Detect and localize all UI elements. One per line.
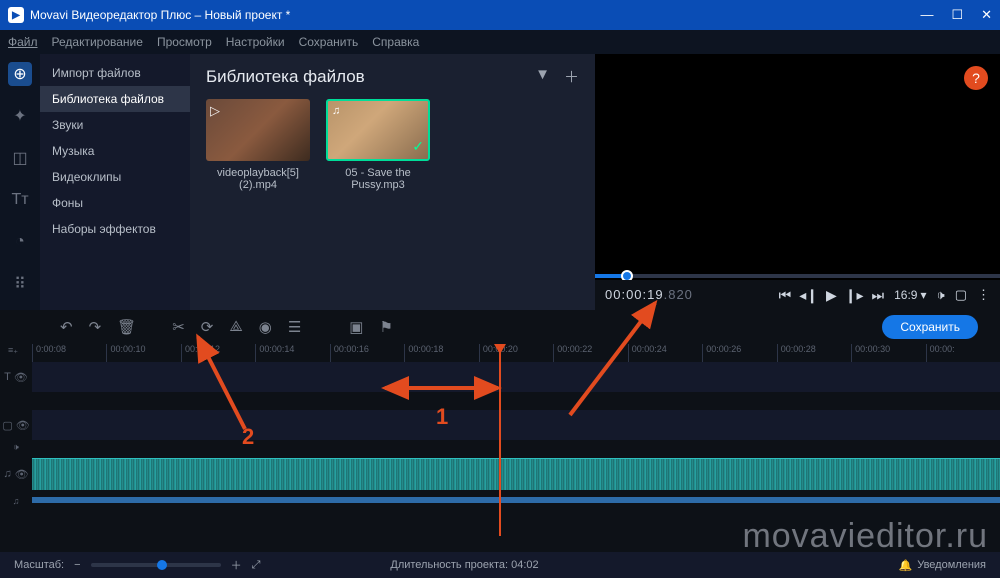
app-logo-icon: ▶ <box>8 7 24 23</box>
library-title: Библиотека файлов <box>206 67 365 87</box>
menu-edit[interactable]: Редактирование <box>52 35 143 49</box>
media-filename: 05 - Save the Pussy.mp3 <box>326 167 430 191</box>
library-panel: Библиотека файлов ▼ ＋ ▷ videoplayback[5]… <box>190 54 595 310</box>
menubar: Файл Редактирование Просмотр Настройки С… <box>0 30 1000 54</box>
volume-icon[interactable]: 🕩 <box>937 287 945 303</box>
maximize-button[interactable]: ☐ <box>951 7 963 23</box>
aspect-selector[interactable]: 16:9 ▾ <box>894 288 926 302</box>
chevron-down-icon: ▾ <box>920 288 926 302</box>
transition-wizard-button[interactable]: ▣ <box>349 318 363 336</box>
menu-help[interactable]: Справка <box>372 35 419 49</box>
cat-music[interactable]: Музыка <box>40 138 190 164</box>
zoom-in-icon[interactable]: ＋ <box>231 557 242 573</box>
duration-label: Длительность проекта: 04:02 <box>390 559 538 571</box>
preview-panel: ? 00:00:19.820 ⏮ ◂❙ ▶ ❙▸ ⏭ 16:9 ▾ 🕩 ▢ ⋮ <box>595 54 1000 310</box>
check-badge-icon: ✓ <box>412 138 424 155</box>
fit-icon[interactable]: ⤢ <box>252 559 261 572</box>
minimize-button[interactable]: — <box>920 7 933 23</box>
save-button[interactable]: Сохранить <box>882 315 978 339</box>
titlebar: ▶ Movavi Видеоредактор Плюс – Новый прое… <box>0 0 1000 30</box>
eye-icon[interactable]: 👁 <box>15 468 29 481</box>
audio-clip[interactable] <box>32 458 1000 490</box>
crop-button[interactable]: ⟁ <box>229 318 242 336</box>
preview-progress[interactable] <box>595 274 1000 278</box>
marker-button[interactable]: ⚑ <box>379 318 392 336</box>
stickers-tab-icon[interactable]: ◔ <box>8 230 32 254</box>
window-title: Movavi Видеоредактор Плюс – Новый проект… <box>30 8 290 22</box>
annotation-2: 2 <box>242 424 254 450</box>
next-clip-button[interactable]: ⏭ <box>872 287 885 304</box>
rotate-button[interactable]: ⟳ <box>201 318 214 336</box>
link-icon: 🕩 <box>13 442 19 453</box>
media-filename: videoplayback[5](2).mp4 <box>206 167 310 191</box>
media-thumb-video[interactable]: ▷ videoplayback[5](2).mp4 <box>206 99 310 191</box>
eye-icon[interactable]: 👁 <box>14 371 28 384</box>
media-thumb-audio[interactable]: ♫ ✓ 05 - Save the Pussy.mp3 <box>326 99 430 191</box>
menu-save[interactable]: Сохранить <box>299 35 359 49</box>
close-button[interactable]: ✕ <box>981 7 992 23</box>
add-media-icon[interactable]: ＋ <box>564 66 579 87</box>
video-track-icon: ▢ <box>2 419 12 432</box>
filter-icon[interactable]: ▼ <box>535 66 550 87</box>
audio2-icon: ♫ <box>13 496 20 506</box>
notifications-button[interactable]: 🔔 Уведомления <box>899 559 986 572</box>
menu-settings[interactable]: Настройки <box>226 35 285 49</box>
eye-icon[interactable]: 👁 <box>16 419 30 432</box>
zoom-slider[interactable] <box>91 563 221 567</box>
cat-import[interactable]: Импорт файлов <box>40 60 190 86</box>
cat-backgrounds[interactable]: Фоны <box>40 190 190 216</box>
more-icon[interactable]: ⋮ <box>977 287 990 303</box>
delete-button[interactable]: 🗑 <box>117 318 136 336</box>
zoom-label: Масштаб: <box>14 559 64 571</box>
tool-sidebar: ⊕ ✦ ◫ Tᴛ ◔ ⠿ <box>0 54 40 310</box>
cat-library[interactable]: Библиотека файлов <box>40 86 190 112</box>
playhead[interactable] <box>499 344 501 536</box>
color-button[interactable]: ◉ <box>259 318 272 336</box>
bell-icon: 🔔 <box>899 559 913 572</box>
adjust-button[interactable]: ☰ <box>288 318 301 336</box>
play-badge-icon: ▷ <box>210 103 220 119</box>
split-button[interactable]: ✂ <box>172 318 185 336</box>
snapshot-icon[interactable]: ▢ <box>955 287 967 303</box>
annotation-1: 1 <box>436 404 448 430</box>
import-tab-icon[interactable]: ⊕ <box>8 62 32 86</box>
prev-clip-button[interactable]: ⏮ <box>779 287 792 304</box>
timecode: 00:00:19.820 <box>605 287 693 303</box>
menu-file[interactable]: Файл <box>8 35 38 49</box>
cat-videoclips[interactable]: Видеоклипы <box>40 164 190 190</box>
text-track-icon: T <box>4 371 11 383</box>
frame-back-button[interactable]: ◂❙ <box>799 287 818 304</box>
more-tab-icon[interactable]: ⠿ <box>8 272 32 296</box>
status-bar: Масштаб: − ＋ ⤢ Длительность проекта: 04:… <box>0 552 1000 578</box>
redo-button[interactable]: ↷ <box>89 318 102 336</box>
timeline-toolbar: ↶ ↷ 🗑 ✂ ⟳ ⟁ ◉ ☰ ▣ ⚑ Сохранить <box>0 310 1000 344</box>
category-panel: Импорт файлов Библиотека файлов Звуки Му… <box>40 54 190 310</box>
cat-sounds[interactable]: Звуки <box>40 112 190 138</box>
titles-tab-icon[interactable]: Tᴛ <box>8 188 32 212</box>
cat-effect-packs[interactable]: Наборы эффектов <box>40 216 190 242</box>
audio-track-icon: ♫ <box>3 468 11 480</box>
help-button[interactable]: ? <box>964 66 988 90</box>
filters-tab-icon[interactable]: ✦ <box>8 104 32 128</box>
undo-button[interactable]: ↶ <box>60 318 73 336</box>
frame-fwd-button[interactable]: ❙▸ <box>845 287 864 304</box>
menu-view[interactable]: Просмотр <box>157 35 212 49</box>
music-badge-icon: ♫ <box>332 105 340 117</box>
play-button[interactable]: ▶ <box>826 287 837 304</box>
track-add-icon[interactable]: ≡₊ <box>8 345 18 356</box>
transitions-tab-icon[interactable]: ◫ <box>8 146 32 170</box>
zoom-out-icon[interactable]: − <box>74 559 80 571</box>
audio-clip-2[interactable] <box>32 497 1000 503</box>
